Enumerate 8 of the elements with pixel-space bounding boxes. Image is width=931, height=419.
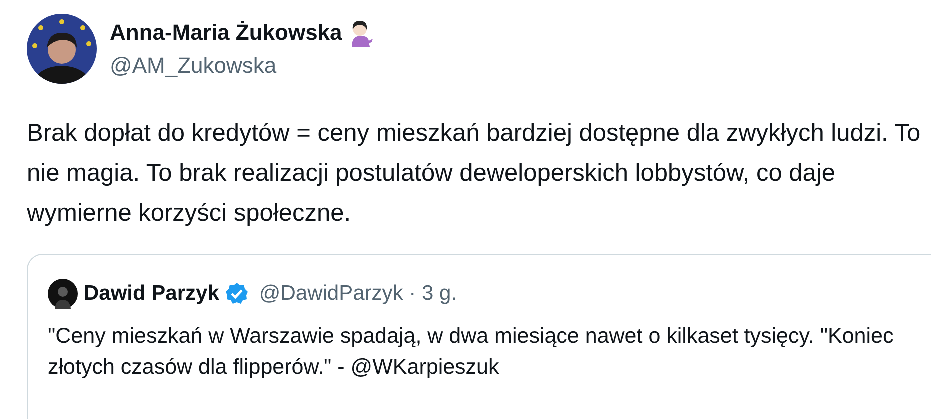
quoted-tweet-text: "Ceny mieszkań w Warszawie spadają, w dwa miesiące nawet o kilkaset tysięcy. "Koniec złotych czasów dla flipperów." - @WKarpieszuk	[48, 323, 895, 381]
author-name[interactable]: Anna-Maria Żukowska	[110, 20, 342, 46]
author-handle[interactable]: @AM_Zukowska	[110, 53, 374, 79]
quoted-tweet-card[interactable]: Dawid Parzyk @DawidParzyk · 3 g. "Ceny mieszkań w Warszawie spadają, w dwa miesiące nawet o kilkaset tysięcy. "Koniec złotych czasów dla flipperów." - @WKarpieszuk	[27, 254, 931, 419]
tweet-text: Brak dopłat do kredytów = ceny mieszkań bardziej dostępne dla zwykłych ludzi. To nie magia. To brak realizacji postulatów deweloperskich lobbystów, co daje wymierne korzyści społeczne.	[27, 119, 922, 229]
quoted-author-meta: @DawidParzyk · 3 g.	[259, 282, 457, 306]
avatar	[48, 279, 78, 309]
quoted-author-name[interactable]: Dawid Parzyk	[84, 282, 220, 306]
